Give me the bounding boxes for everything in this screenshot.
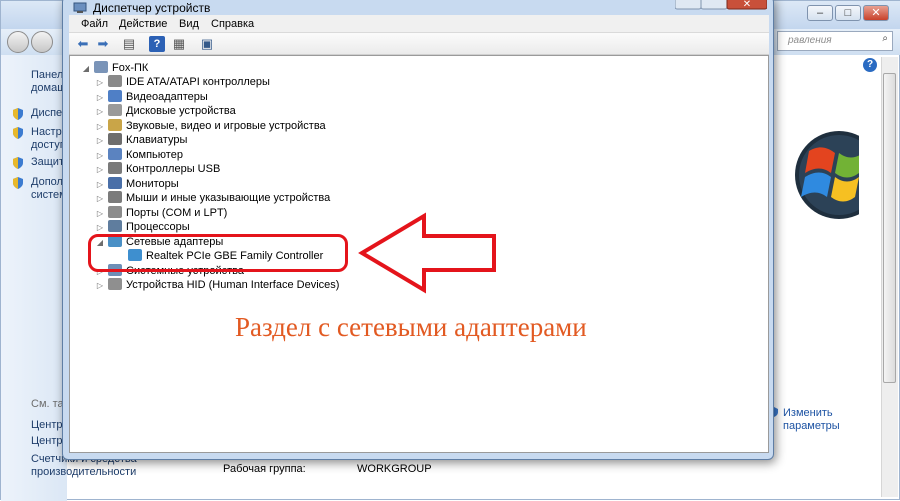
menu-action[interactable]: Действие [119, 18, 167, 30]
menu-bar: Файл Действие Вид Справка [69, 15, 769, 33]
tree-category-label: Звуковые, видео и игровые устройства [126, 119, 326, 132]
workgroup-value: WORKGROUP [357, 463, 432, 475]
tree-category-label: Мыши и иные указывающие устройства [126, 192, 331, 204]
tree-category-label: IDE ATA/ATAPI контроллеры [126, 76, 270, 88]
tree-category[interactable]: ▷ Дисковые устройства [94, 104, 236, 118]
red-arrow-icon [358, 212, 496, 294]
device-category-icon [108, 89, 122, 102]
device-category-icon [108, 162, 122, 174]
device-category-icon [108, 176, 122, 189]
collapse-arrow-icon[interactable]: ◢ [80, 62, 92, 76]
tree-category[interactable]: ▷ Контроллеры USB [94, 162, 220, 176]
expand-arrow-icon[interactable]: ▷ [94, 178, 106, 192]
tree-category[interactable]: ▷ Мониторы [94, 176, 179, 192]
expand-arrow-icon[interactable]: ▷ [94, 120, 106, 134]
expand-arrow-icon[interactable]: ▷ [94, 76, 106, 90]
device-category-icon [108, 75, 122, 87]
tree-category[interactable]: ▷ Клавиатуры [94, 133, 187, 147]
window-title: Диспетчер устройств [93, 1, 211, 15]
expand-arrow-icon[interactable]: ▷ [94, 163, 106, 177]
tree-category-label: Дисковые устройства [126, 105, 236, 117]
tree-category[interactable]: ▷ Устройства HID (Human Interface Devices… [94, 278, 339, 292]
expand-arrow-icon[interactable]: ▷ [94, 221, 106, 235]
expand-arrow-icon[interactable]: ▷ [94, 134, 106, 148]
device-category-icon [108, 220, 122, 232]
close-button[interactable]: ✕ [863, 5, 889, 21]
tree-category[interactable]: ▷ Мыши и иные указывающие устройства [94, 191, 330, 205]
tree-category[interactable]: ▷ Порты (COM и LPT) [94, 205, 228, 221]
tree-root[interactable]: ◢ Fox-ПК [80, 61, 148, 75]
tree-category-label: Устройства HID (Human Interface Devices) [126, 279, 340, 291]
shield-icon [13, 127, 23, 139]
device-category-icon [108, 147, 122, 160]
expand-arrow-icon[interactable]: ▷ [94, 279, 106, 293]
shield-icon [13, 108, 23, 120]
minimize-button[interactable]: – [807, 5, 833, 21]
device-category-icon [108, 278, 122, 290]
device-category-icon [108, 205, 122, 218]
menu-file[interactable]: Файл [81, 18, 108, 30]
help-icon[interactable]: ? [863, 58, 877, 72]
tree-category[interactable]: ▷ IDE ATA/ATAPI контроллеры [94, 75, 270, 89]
properties-icon[interactable]: ▦ [171, 36, 187, 52]
menu-view[interactable]: Вид [179, 18, 199, 30]
device-category-icon [108, 104, 122, 116]
search-icon: ⌕ [882, 33, 888, 44]
menu-help[interactable]: Справка [211, 18, 254, 30]
tree-category-label: Порты (COM и LPT) [126, 206, 228, 219]
annotation-text: Раздел с сетевыми адаптерами [235, 312, 587, 342]
forward-button[interactable] [31, 31, 53, 53]
tree-category-label: Компьютер [126, 148, 183, 161]
shield-icon [13, 157, 23, 169]
change-settings-link[interactable]: Изменить [783, 407, 833, 419]
device-category-icon [108, 118, 122, 131]
tree-category[interactable]: ▷ Звуковые, видео и игровые устройства [94, 118, 326, 134]
shield-icon [13, 177, 23, 189]
help-icon[interactable]: ? [149, 36, 165, 52]
search-input[interactable]: равления ⌕ [777, 31, 893, 51]
see-also-item-cont[interactable]: производительности [31, 466, 171, 479]
expand-arrow-icon[interactable]: ▷ [94, 149, 106, 163]
tree-root-label: Fox-ПК [112, 62, 149, 74]
device-category-icon [108, 191, 122, 203]
tree-category-label: Процессоры [126, 221, 190, 233]
change-settings-link-cont[interactable]: параметры [783, 420, 840, 432]
windows-logo [795, 131, 859, 219]
window-controls[interactable]: ✕ [675, 0, 767, 11]
forward-arrow-icon[interactable]: ➡ [95, 36, 111, 52]
expand-arrow-icon[interactable]: ▷ [94, 207, 106, 221]
device-category-icon [108, 133, 122, 145]
scan-hardware-icon[interactable]: ▣ [199, 36, 215, 52]
expand-arrow-icon[interactable]: ▷ [94, 91, 106, 105]
tree-view-icon[interactable]: ▤ [121, 36, 137, 52]
tree-category-label: Видеоадаптеры [126, 90, 208, 103]
tree-category-label: Клавиатуры [126, 134, 188, 146]
tree-category[interactable]: ▷ Видеоадаптеры [94, 89, 208, 105]
svg-text:✕: ✕ [743, 0, 751, 10]
device-manager-icon [73, 2, 87, 13]
expand-arrow-icon[interactable]: ▷ [94, 105, 106, 119]
tree-category-label: Мониторы [126, 177, 179, 190]
maximize-button[interactable]: □ [835, 5, 861, 21]
expand-arrow-icon[interactable]: ▷ [94, 192, 106, 206]
back-button[interactable] [7, 31, 29, 53]
tree-category[interactable]: ▷ Процессоры [94, 220, 190, 234]
workgroup-label: Рабочая группа: [223, 463, 306, 475]
tree-category[interactable]: ▷ Компьютер [94, 147, 183, 163]
scrollbar-thumb[interactable] [883, 73, 896, 383]
tree-category-label: Контроллеры USB [126, 163, 221, 175]
computer-icon [94, 61, 108, 73]
back-arrow-icon[interactable]: ⬅ [75, 36, 91, 52]
toolbar: ⬅ ➡ ▤ ? ▦ ▣ [69, 33, 769, 55]
highlight-box [88, 234, 348, 272]
